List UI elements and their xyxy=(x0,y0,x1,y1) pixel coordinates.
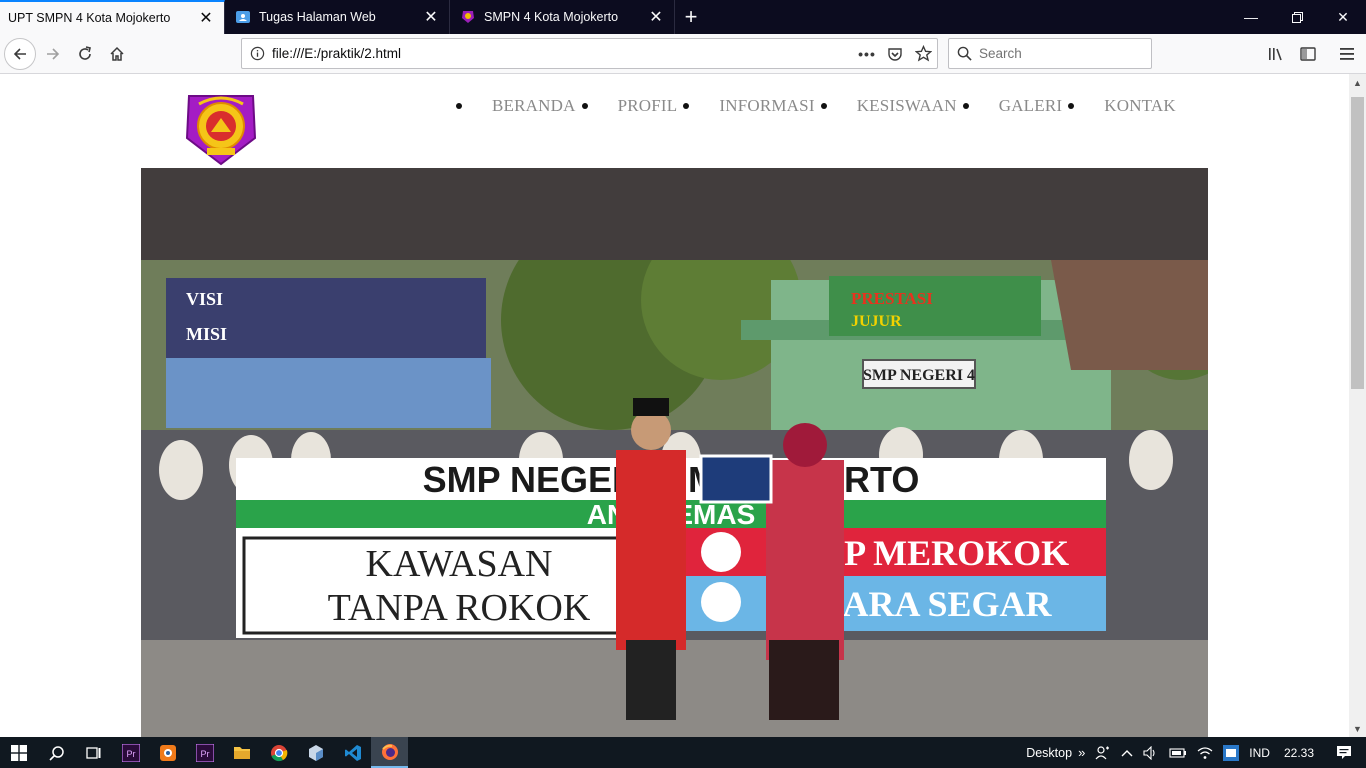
chevron-up-icon[interactable] xyxy=(1121,749,1133,757)
nav-item-kesiswaan[interactable]: KESISWAAN xyxy=(815,96,957,116)
svg-text:Pr: Pr xyxy=(126,749,135,759)
tab-smpn4-mojokerto[interactable]: SMPN 4 Kota Mojokerto ✕ xyxy=(450,0,675,34)
search-icon[interactable] xyxy=(38,737,75,768)
tab-upt-smpn4[interactable]: UPT SMPN 4 Kota Mojokerto ✕ xyxy=(0,0,225,34)
page-viewport: BERANDA PROFIL INFORMASI KESISWAAN GALER… xyxy=(0,74,1349,737)
search-icon xyxy=(949,46,979,61)
building-sign-text: SMP NEGERI 4 xyxy=(863,367,975,384)
hero-band xyxy=(141,168,1208,260)
svg-text:Pr: Pr xyxy=(200,749,209,759)
nav-item-kontak[interactable]: KONTAK xyxy=(1062,96,1176,116)
tab-title: Tugas Halaman Web xyxy=(259,10,376,24)
nav-item-galeri[interactable]: GALERI xyxy=(957,96,1063,116)
bullet xyxy=(962,103,969,109)
sidebar-icon[interactable] xyxy=(1292,38,1324,70)
new-tab-button[interactable]: + xyxy=(675,0,707,34)
prestasi-sign-text: PRESTASI xyxy=(851,289,933,308)
close-window-icon[interactable]: ✕ xyxy=(1320,0,1366,34)
bullet xyxy=(456,103,462,109)
forward-arrow-icon[interactable] xyxy=(37,38,69,70)
premiere-pro-icon[interactable]: Pr xyxy=(186,737,223,768)
nav-label: INFORMASI xyxy=(719,96,815,115)
firefox-icon[interactable] xyxy=(371,737,408,768)
hamburger-menu-icon[interactable] xyxy=(1331,38,1363,70)
system-tray: Desktop » IND 22.33 xyxy=(1016,737,1366,768)
tab-tugas-halaman-web[interactable]: Tugas Halaman Web ✕ xyxy=(225,0,450,34)
file-explorer-icon[interactable] xyxy=(223,737,260,768)
page-actions-icon[interactable]: ••• xyxy=(853,46,881,62)
wifi-icon[interactable] xyxy=(1197,746,1213,760)
visi-text: VISI xyxy=(186,289,223,309)
navigation-toolbar: file:///E:/praktik/2.html ••• xyxy=(0,34,1366,74)
misi-text: MISI xyxy=(186,324,227,344)
nav-label: PROFIL xyxy=(617,96,678,115)
clock-time[interactable]: 22.33 xyxy=(1284,746,1314,760)
contact-page-icon xyxy=(235,9,251,25)
tab-title: SMPN 4 Kota Mojokerto xyxy=(484,10,619,24)
search-input[interactable] xyxy=(979,46,1139,61)
battery-icon[interactable] xyxy=(1169,747,1187,759)
volume-icon[interactable] xyxy=(1143,745,1159,760)
nav-item-informasi[interactable]: INFORMASI xyxy=(677,96,814,116)
back-arrow-icon[interactable] xyxy=(4,38,36,70)
nav-item-profil[interactable]: PROFIL xyxy=(576,96,678,116)
school-logo-icon xyxy=(460,9,476,25)
desktop-label[interactable]: Desktop xyxy=(1026,746,1072,760)
page-scrollbar[interactable]: ▲ ▼ xyxy=(1349,74,1366,737)
library-icon[interactable] xyxy=(1261,38,1293,70)
url-text: file:///E:/praktik/2.html xyxy=(272,46,402,61)
info-icon[interactable] xyxy=(242,46,272,61)
windows-start-icon[interactable] xyxy=(0,737,38,768)
premiere-pro-icon[interactable]: Pr xyxy=(112,737,149,768)
vscode-icon[interactable] xyxy=(334,737,371,768)
people-icon[interactable] xyxy=(1095,745,1111,761)
search-bar[interactable] xyxy=(948,38,1152,69)
chevron-right-icon[interactable]: » xyxy=(1078,745,1085,760)
minimize-icon[interactable]: — xyxy=(1228,0,1274,34)
school-logo[interactable] xyxy=(185,88,257,168)
task-view-icon[interactable] xyxy=(75,737,112,768)
action-center-icon[interactable] xyxy=(1336,745,1352,761)
windows-taskbar: Pr Pr Desktop » IND 22.33 xyxy=(0,737,1366,768)
pocket-icon[interactable] xyxy=(881,46,909,62)
nav-label: KONTAK xyxy=(1104,96,1176,115)
bullet xyxy=(581,103,588,109)
restore-icon[interactable] xyxy=(1274,0,1320,34)
close-icon[interactable]: ✕ xyxy=(644,5,668,29)
url-bar[interactable]: file:///E:/praktik/2.html ••• xyxy=(241,38,938,69)
banner-left-line1: KAWASAN xyxy=(366,543,553,585)
scroll-up-icon[interactable]: ▲ xyxy=(1349,74,1366,91)
window-controls: — ✕ xyxy=(1228,0,1366,34)
jujur-sign-text: JUJUR xyxy=(851,313,902,330)
nav-item-beranda[interactable]: BERANDA xyxy=(450,96,576,116)
hero-photo: SMP NEGERI 4 MOJOKERTO ANDA EMAS KAWASAN… xyxy=(141,260,1208,737)
scrollbar-thumb[interactable] xyxy=(1351,97,1364,389)
blender-icon[interactable] xyxy=(149,737,186,768)
bullet xyxy=(1068,103,1075,109)
bullet xyxy=(820,103,827,109)
reload-icon[interactable] xyxy=(69,38,101,70)
close-icon[interactable]: ✕ xyxy=(194,6,218,30)
tab-strip: UPT SMPN 4 Kota Mojokerto ✕ Tugas Halama… xyxy=(0,0,1366,34)
banner-left-line2: TANPA ROKOK xyxy=(328,587,591,629)
home-icon[interactable] xyxy=(101,38,133,70)
site-navigation: BERANDA PROFIL INFORMASI KESISWAAN GALER… xyxy=(450,96,1176,116)
bookmark-star-icon[interactable] xyxy=(909,45,937,62)
3d-builder-icon[interactable] xyxy=(297,737,334,768)
input-method-icon[interactable] xyxy=(1223,744,1240,761)
scroll-down-icon[interactable]: ▼ xyxy=(1349,720,1366,737)
nav-label: GALERI xyxy=(998,96,1063,115)
nav-label: BERANDA xyxy=(492,96,576,115)
chrome-icon[interactable] xyxy=(260,737,297,768)
tab-title: UPT SMPN 4 Kota Mojokerto xyxy=(8,11,171,25)
nav-label: KESISWAAN xyxy=(856,96,957,115)
language-indicator[interactable]: IND xyxy=(1249,746,1270,760)
close-icon[interactable]: ✕ xyxy=(419,5,443,29)
bullet xyxy=(683,103,690,109)
